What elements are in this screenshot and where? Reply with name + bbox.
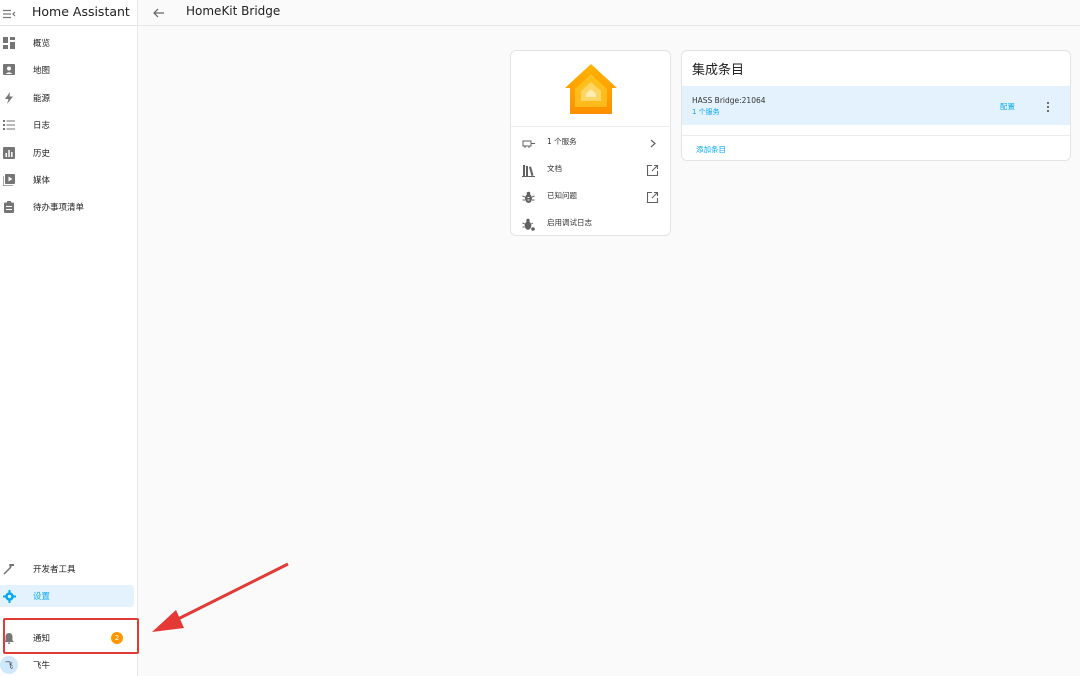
lightning-icon	[2, 91, 16, 105]
avatar: 飞	[0, 656, 18, 674]
sidebar-item-user[interactable]: 飞 飞牛	[0, 654, 134, 676]
enable-debug-logging-label: 启用调试日志	[547, 218, 592, 227]
documentation-link[interactable]: 文档	[511, 155, 670, 182]
sidebar-item-history[interactable]: 历史	[0, 142, 134, 164]
sidebar-item-map[interactable]: 地图	[0, 59, 134, 81]
book-icon	[522, 162, 535, 177]
open-external-icon	[646, 189, 659, 204]
sidebar-item-label: 设置	[33, 592, 51, 602]
sidebar-header: Home Assistant	[0, 0, 137, 26]
gear-icon	[2, 589, 16, 603]
sidebar-item-todo[interactable]: 待办事项清单	[0, 196, 134, 218]
user-name: 飞牛	[33, 661, 51, 671]
services-link-label: 1 个服务	[547, 137, 577, 146]
sidebar-item-energy[interactable]: 能源	[0, 87, 134, 109]
service-icon	[522, 135, 535, 148]
entry-services-link[interactable]: 1 个服务	[692, 107, 720, 117]
sidebar-item-label: 日志	[33, 121, 51, 131]
known-issues-link[interactable]: 已知问题	[511, 182, 670, 209]
sidebar-item-label: 开发者工具	[33, 565, 76, 575]
sidebar-item-label: 待办事项清单	[33, 203, 85, 213]
known-issues-link-label: 已知问题	[547, 191, 577, 200]
bug-debug-icon	[522, 216, 535, 231]
sidebar-item-label: 通知	[33, 634, 51, 644]
homekit-logo-icon	[564, 63, 617, 114]
bell-icon	[2, 631, 16, 645]
sidebar-item-dev-tools[interactable]: 开发者工具	[0, 558, 134, 580]
divider	[682, 135, 1070, 136]
media-icon	[2, 173, 16, 187]
integration-logo	[511, 51, 670, 127]
integration-entries-card: 集成条目 HASS Bridge:21064 1 个服务 配置 添加条目	[681, 50, 1071, 161]
configure-button[interactable]: 配置	[1000, 101, 1015, 112]
chart-icon	[2, 146, 16, 160]
integration-info-card: 1 个服务 文档 已知问题 启用调试日志	[510, 50, 671, 236]
sidebar-item-label: 概览	[33, 39, 51, 49]
open-external-icon	[646, 162, 659, 177]
entry-name: HASS Bridge:21064	[692, 96, 766, 105]
app-title: Home Assistant	[32, 4, 130, 19]
more-vertical-icon[interactable]	[1044, 99, 1052, 113]
dashboard-icon	[2, 36, 16, 50]
map-icon	[2, 63, 16, 77]
sidebar-item-label: 历史	[33, 149, 51, 159]
documentation-link-label: 文档	[547, 164, 562, 173]
page-title: HomeKit Bridge	[186, 4, 281, 18]
sidebar-item-logbook[interactable]: 日志	[0, 114, 134, 136]
entries-title: 集成条目	[692, 63, 745, 78]
sidebar-item-overview[interactable]: 概览	[0, 32, 134, 54]
chevron-right-icon	[646, 135, 659, 148]
enable-debug-logging-link[interactable]: 启用调试日志	[511, 209, 670, 236]
list-icon	[2, 118, 16, 132]
sidebar-item-label: 地图	[33, 66, 51, 76]
clipboard-icon	[2, 200, 16, 214]
menu-collapse-icon[interactable]	[2, 6, 16, 20]
sidebar-item-label: 能源	[33, 94, 51, 104]
hammer-icon	[2, 562, 16, 576]
notification-badge: 2	[111, 632, 123, 644]
top-bar: HomeKit Bridge	[138, 0, 1080, 26]
sidebar-item-settings[interactable]: 设置	[0, 585, 134, 607]
config-entry-row[interactable]: HASS Bridge:21064 1 个服务 配置	[682, 86, 1070, 125]
services-link[interactable]: 1 个服务	[511, 128, 670, 155]
back-arrow-icon[interactable]	[152, 5, 166, 19]
bug-icon	[522, 189, 535, 203]
sidebar-item-label: 媒体	[33, 176, 51, 186]
sidebar-item-notifications[interactable]: 通知 2	[0, 627, 134, 649]
sidebar-item-media[interactable]: 媒体	[0, 169, 134, 191]
sidebar: Home Assistant 概览 地图 能源 日志 历史 媒体 待办事项清单 …	[0, 0, 138, 676]
add-entry-button[interactable]: 添加条目	[696, 144, 726, 155]
